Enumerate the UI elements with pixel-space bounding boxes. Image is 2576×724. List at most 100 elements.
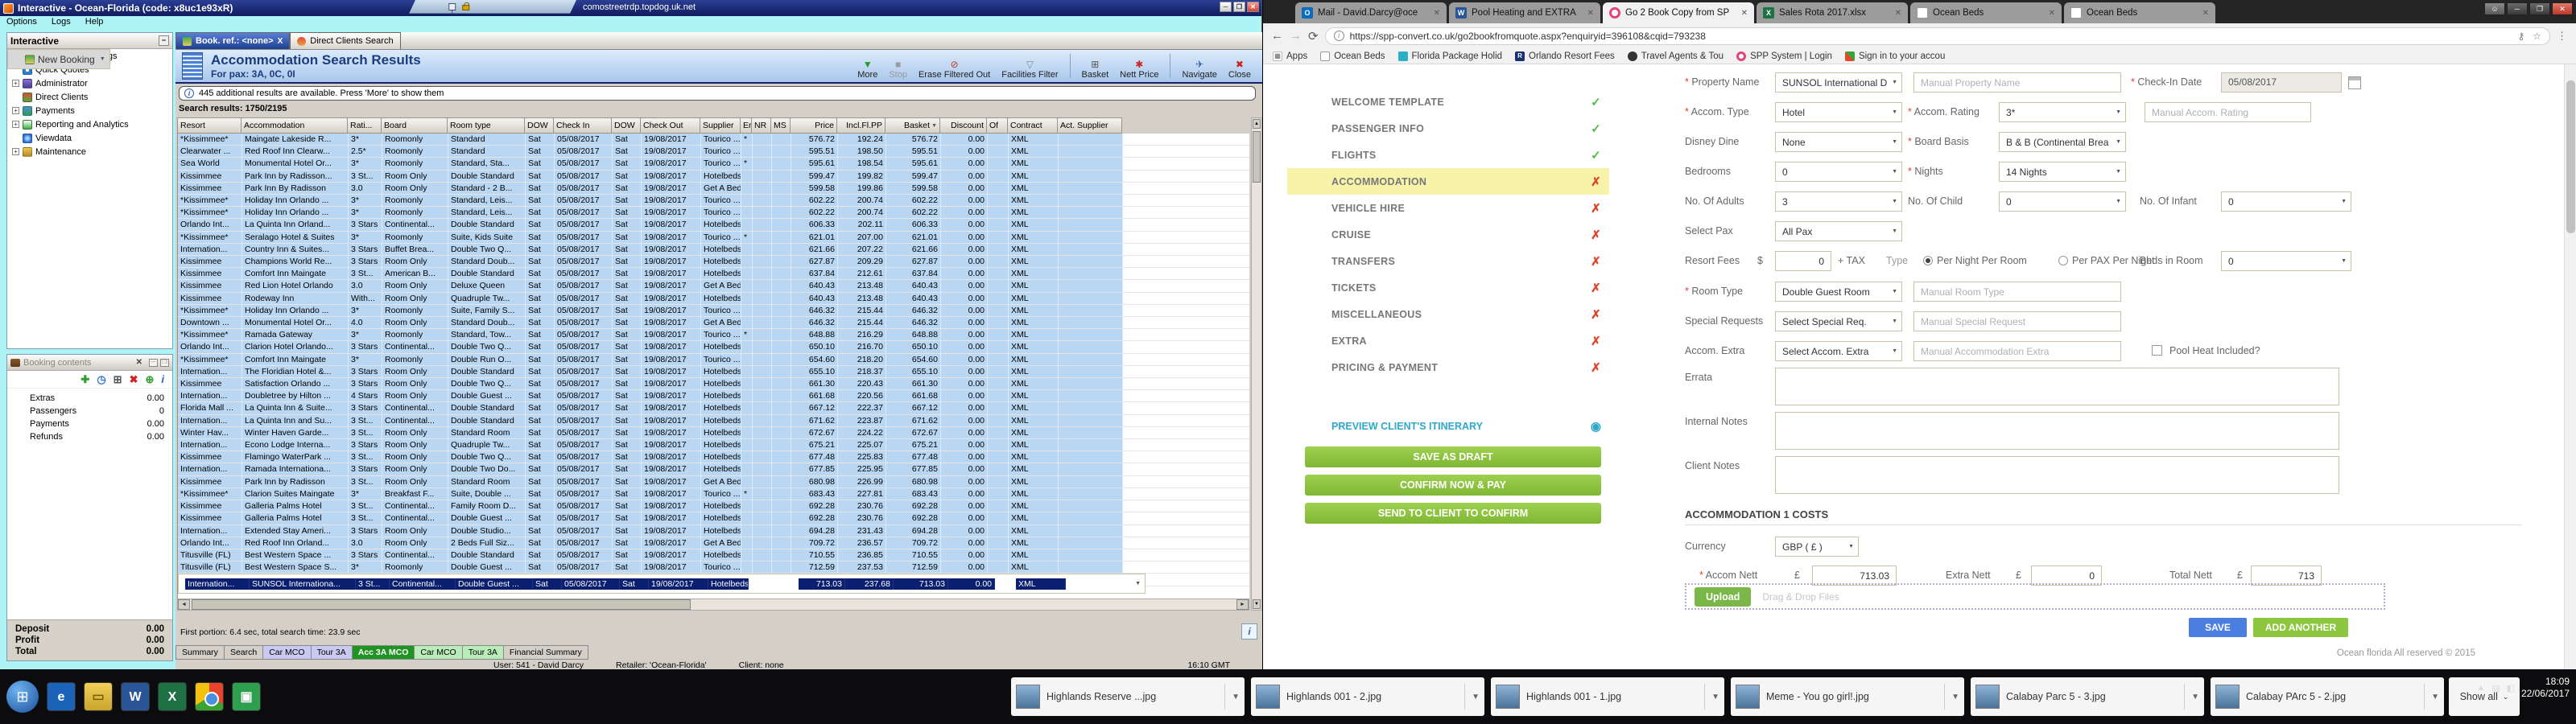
menu-item-logs[interactable]: Logs (52, 17, 71, 27)
network-icon[interactable]: ▤ (2491, 683, 2500, 693)
bookmark-sign-in-to-your-accou[interactable]: Sign in to your accou (1844, 51, 1945, 61)
tab-close-icon[interactable]: ✕ (1895, 9, 1901, 18)
table-row[interactable]: Kissimmee Champions World Re... 3 Stars Roo… (178, 256, 1249, 269)
chevron-down-icon[interactable]: ▼ (1951, 693, 1959, 701)
app-icon[interactable]: ▣ (232, 682, 261, 711)
browser-tab[interactable]: O Mail - David.Darcy@oce ✕ (1295, 2, 1447, 23)
sidebar-item-administrator[interactable]: + Administrator (7, 76, 172, 90)
info-icon[interactable]: i (161, 373, 164, 385)
manual-property-input[interactable] (1913, 72, 2121, 93)
table-row[interactable]: *Kissimmee* Holiday Inn Orlando ... 3* Room… (178, 207, 1249, 220)
table-row[interactable]: Winter Hav... Winter Haven Garde... 3 St..… (178, 426, 1249, 440)
column-header-of[interactable]: Of (987, 117, 1008, 134)
toolbar-facilities-filter-button[interactable]: ▽ Facilities Filter (1001, 60, 1058, 80)
preview-itinerary-link[interactable]: PREVIEW CLIENT'S ITINERARY ◉ (1287, 413, 1609, 439)
close-button[interactable]: ✕ (2552, 2, 2573, 15)
chevron-down-icon[interactable]: ▼ (2191, 693, 2199, 701)
table-row[interactable]: Florida Mall ... La Quinta Inn & Suite...… (178, 402, 1249, 415)
nav-item-cruise[interactable]: CRUISE ✗ (1287, 221, 1609, 248)
maximize-button[interactable]: ❐ (1233, 2, 1245, 12)
bookmark-apps[interactable]: ▦ Apps (1273, 51, 1307, 61)
browser-tab[interactable]: Ocean Beds ✕ (1910, 2, 2062, 23)
scrollbar-thumb[interactable] (192, 599, 691, 610)
column-header-dow[interactable]: DOW (525, 117, 554, 134)
table-row[interactable]: *Kissimmee* Holiday Inn Orlando ... 3* Room… (178, 304, 1249, 318)
nav-item-welcome-template[interactable]: WELCOME TEMPLATE ✓ (1287, 88, 1609, 115)
board-basis-select[interactable]: B & B (Continental Brea (1999, 132, 2126, 152)
nav-item-miscellaneous[interactable]: MISCELLANEOUS ✗ (1287, 301, 1609, 327)
column-header-dow[interactable]: DOW (612, 117, 641, 134)
column-header-resort[interactable]: Resort (177, 117, 242, 134)
page-scrollbar[interactable] (2564, 64, 2576, 669)
column-header-supplier[interactable]: Supplier (700, 117, 741, 134)
column-header-accommodation[interactable]: Accommodation (242, 117, 348, 134)
refresh-icon[interactable]: ⟳ (1308, 29, 1319, 43)
key-icon[interactable]: ⚷ (2517, 31, 2524, 42)
toolbar-basket-button[interactable]: ⊞ Basket (1082, 60, 1109, 80)
tab-close-icon[interactable]: ✕ (1587, 9, 1594, 18)
close-button[interactable]: ✕ (1247, 2, 1259, 12)
manual-room-type-input[interactable] (1913, 282, 2121, 302)
scroll-left-icon[interactable]: ◄ (178, 599, 190, 610)
column-header-room-type[interactable]: Room type (448, 117, 525, 134)
nav-item-transfers[interactable]: TRANSFERS ✗ (1287, 248, 1609, 274)
menu-item-options[interactable]: Options (6, 17, 37, 27)
table-row[interactable]: Kissimmee Flamingo WaterPark ... 3 St... Ro… (178, 451, 1249, 464)
excel-icon[interactable]: X (158, 682, 187, 711)
bookmark-star-icon[interactable]: ☆ (2533, 31, 2541, 42)
column-header-ms[interactable]: MS (771, 117, 791, 134)
bottom-tab-car-mco[interactable]: Car MCO (263, 645, 312, 660)
vertical-scrollbar[interactable]: ▲ ▼ (1251, 117, 1262, 611)
table-row[interactable]: Orlando Int... Red Roof Inn Orland... 3.0 R… (178, 537, 1249, 549)
sidebar-item-maintenance[interactable]: + Maintenance (7, 145, 172, 158)
table-row[interactable]: *Kissimmee* Holiday Inn Orlando ... 3* Room… (178, 195, 1249, 208)
folder-icon[interactable]: ▭ (84, 682, 113, 711)
address-bar[interactable]: i https://spp-convert.co.uk/go2bookfromq… (1324, 27, 2550, 45)
tab-close-icon[interactable]: ✕ (2202, 9, 2209, 18)
upload-button[interactable]: Upload (1695, 586, 1752, 607)
table-row[interactable]: Orlando Int... La Quinta Inn Orland... 3 S… (178, 219, 1249, 232)
tab-close-icon[interactable]: ✕ (1434, 9, 1440, 18)
column-header-act-supplier[interactable]: Act. Supplier (1058, 117, 1122, 134)
tab-booking-ref[interactable]: Book. ref.: <none> X (175, 32, 291, 49)
bookmark-travel-agents-tou[interactable]: Travel Agents & Tou (1627, 51, 1724, 61)
table-row[interactable]: Kissimmee Satisfaction Orlando ... 3 Stars… (178, 378, 1249, 391)
maximize-button[interactable]: ❐ (2529, 2, 2550, 15)
special-requests-select[interactable]: Select Special Req. (1775, 311, 1902, 331)
minimize-button[interactable]: ─ (1220, 2, 1232, 12)
menu-item-help[interactable]: Help (85, 17, 104, 27)
child-select[interactable]: 0 (1999, 191, 2126, 212)
nav-item-accommodation[interactable]: ACCOMMODATION ✗ (1287, 168, 1609, 195)
table-row[interactable]: Internation... Ramada Internationa... 3 St… (178, 463, 1249, 476)
browser-tab[interactable]: Go 2 Book Copy from SP ✕ (1603, 2, 1754, 23)
nav-item-flights[interactable]: FLIGHTS ✓ (1287, 142, 1609, 168)
table-row[interactable]: Internation... Doubletree by Hilton ... 4 … (178, 390, 1249, 403)
nav-item-pricing-payment[interactable]: PRICING & PAYMENT ✗ (1287, 354, 1609, 381)
column-header-check-out[interactable]: Check Out (641, 117, 700, 134)
bedrooms-select[interactable]: 0 (1775, 162, 1902, 182)
table-row[interactable]: Kissimmee Comfort Inn Maingate 3 St... Amer… (178, 268, 1249, 281)
adults-select[interactable]: 3 (1775, 191, 1902, 212)
table-row[interactable]: Internation... Extended Stay Ameri... 3 St… (178, 524, 1249, 537)
browser-tab[interactable]: Ocean Beds ✕ (2064, 2, 2215, 23)
manual-rating-input[interactable] (2145, 102, 2311, 122)
sidebar-item-direct-clients[interactable]: Direct Clients (7, 90, 172, 104)
profile-icon[interactable]: ☺ (2484, 2, 2505, 15)
table-row[interactable]: Sea World Monumental Hotel Or... 3* Roomonl… (178, 158, 1249, 171)
column-header-er[interactable]: Er (741, 117, 752, 134)
nav-item-extra[interactable]: EXTRA ✗ (1287, 327, 1609, 354)
checkin-date-value[interactable]: 05/08/2017 (2221, 72, 2342, 93)
property-name-select[interactable]: SUNSOL International D (1775, 72, 1902, 93)
chevron-down-icon[interactable]: ▼ (1472, 693, 1480, 701)
scroll-up-icon[interactable]: ▲ (1253, 119, 1261, 129)
word-icon[interactable]: W (121, 682, 150, 711)
table-row[interactable]: Kissimmee Park Inn by Radisson... 3 St... R… (178, 170, 1249, 183)
bookmark-orlando-resort-fees[interactable]: R Orlando Resort Fees (1515, 51, 1615, 61)
nav-item-passenger-info[interactable]: PASSENGER INFO ✓ (1287, 115, 1609, 142)
sidebar-item-payments[interactable]: + Payments (7, 104, 172, 117)
currency-select[interactable]: GBP ( £ ) (1775, 537, 1859, 557)
bottom-tab-tour-3a[interactable]: Tour 3A (462, 645, 504, 660)
table-row[interactable]: Downtown ... Monumental Hotel Or... 4.0 Roo… (178, 317, 1249, 330)
table-row[interactable]: Internation... The Floridian Hotel &... 3 … (178, 365, 1249, 379)
palm-icon[interactable]: ⊕ (145, 373, 154, 386)
